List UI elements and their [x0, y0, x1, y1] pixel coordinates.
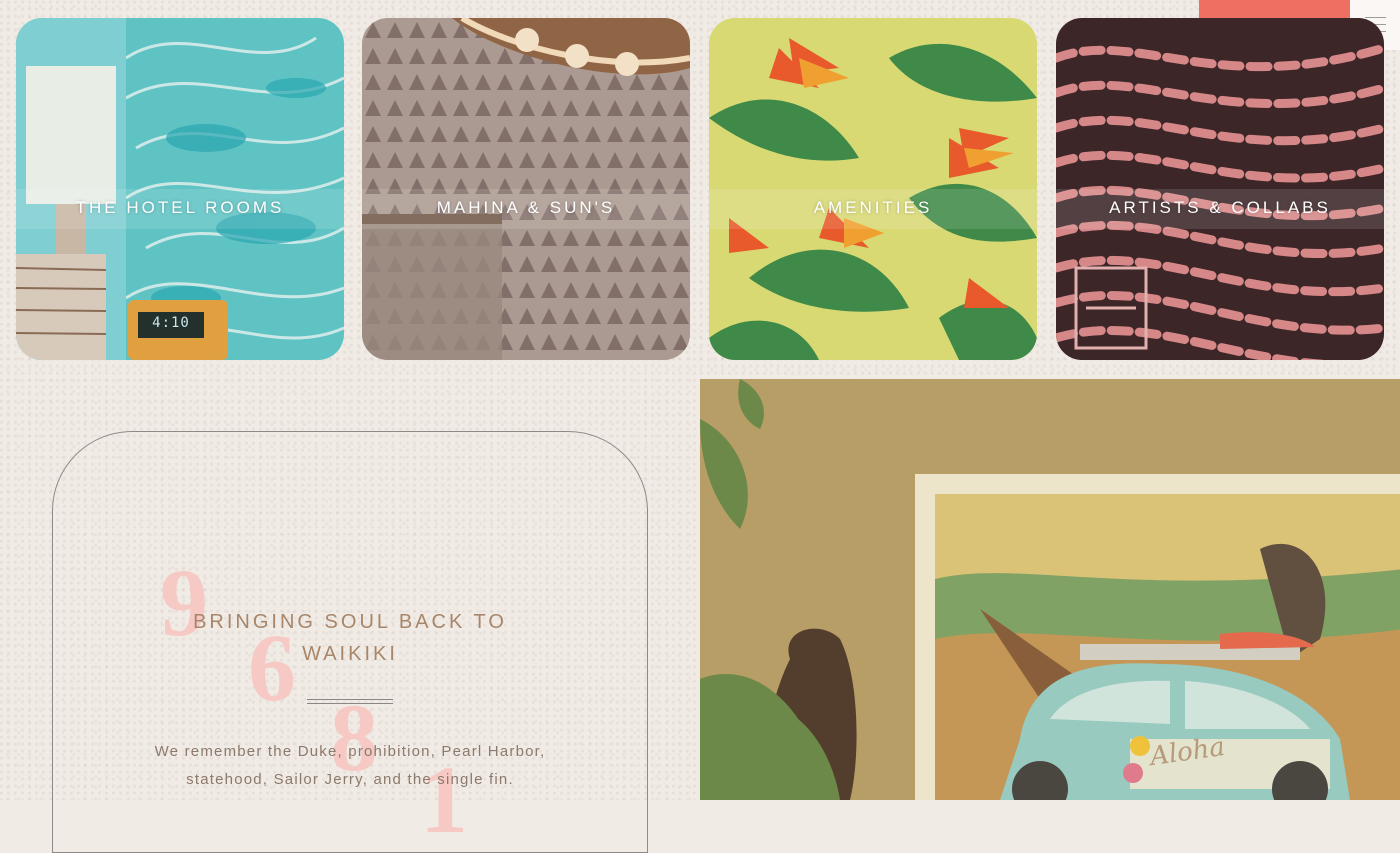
card-hotel-rooms[interactable]: 4:10 THE HOTEL ROOMS	[16, 18, 344, 360]
alarm-clock-display: 4:10	[152, 315, 190, 331]
intro-body: We remember the Duke, prohibition, Pearl…	[154, 743, 546, 788]
card-mahina-suns[interactable]: MAHINA & SUN'S	[362, 18, 690, 360]
card-artists-collabs[interactable]: ARTISTS & COLLABS	[1056, 18, 1384, 360]
divider-line	[307, 703, 393, 704]
card-label: ARTISTS & COLLABS	[1109, 198, 1331, 217]
intro-headline: BRINGING SOUL BACK TO WAIKIKI	[193, 611, 507, 665]
card-amenities[interactable]: AMENITIES	[709, 18, 1037, 360]
hero-image: Aloha	[700, 379, 1400, 800]
card-label: THE HOTEL ROOMS	[75, 198, 285, 217]
card-label: AMENITIES	[813, 198, 933, 217]
card-label: MAHINA & SUN'S	[436, 198, 616, 217]
divider-line	[307, 699, 393, 700]
